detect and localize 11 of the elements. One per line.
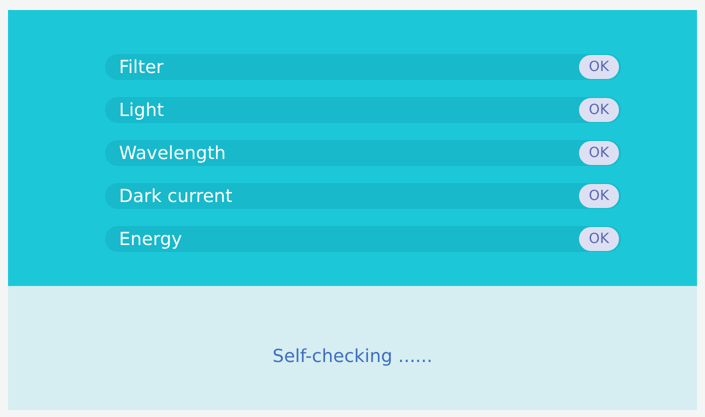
check-label: Energy xyxy=(119,228,182,252)
status-message: Self-checking ...... xyxy=(272,344,432,368)
check-label: Wavelength xyxy=(119,142,226,166)
status-badge: OK xyxy=(578,98,619,122)
status-badge: OK xyxy=(578,227,619,251)
check-label: Filter xyxy=(119,56,164,80)
status-badge: OK xyxy=(578,141,619,165)
status-badge: OK xyxy=(578,184,619,208)
status-badge: OK xyxy=(578,55,619,79)
check-label: Light xyxy=(119,98,164,122)
check-label: Dark current xyxy=(119,184,232,208)
